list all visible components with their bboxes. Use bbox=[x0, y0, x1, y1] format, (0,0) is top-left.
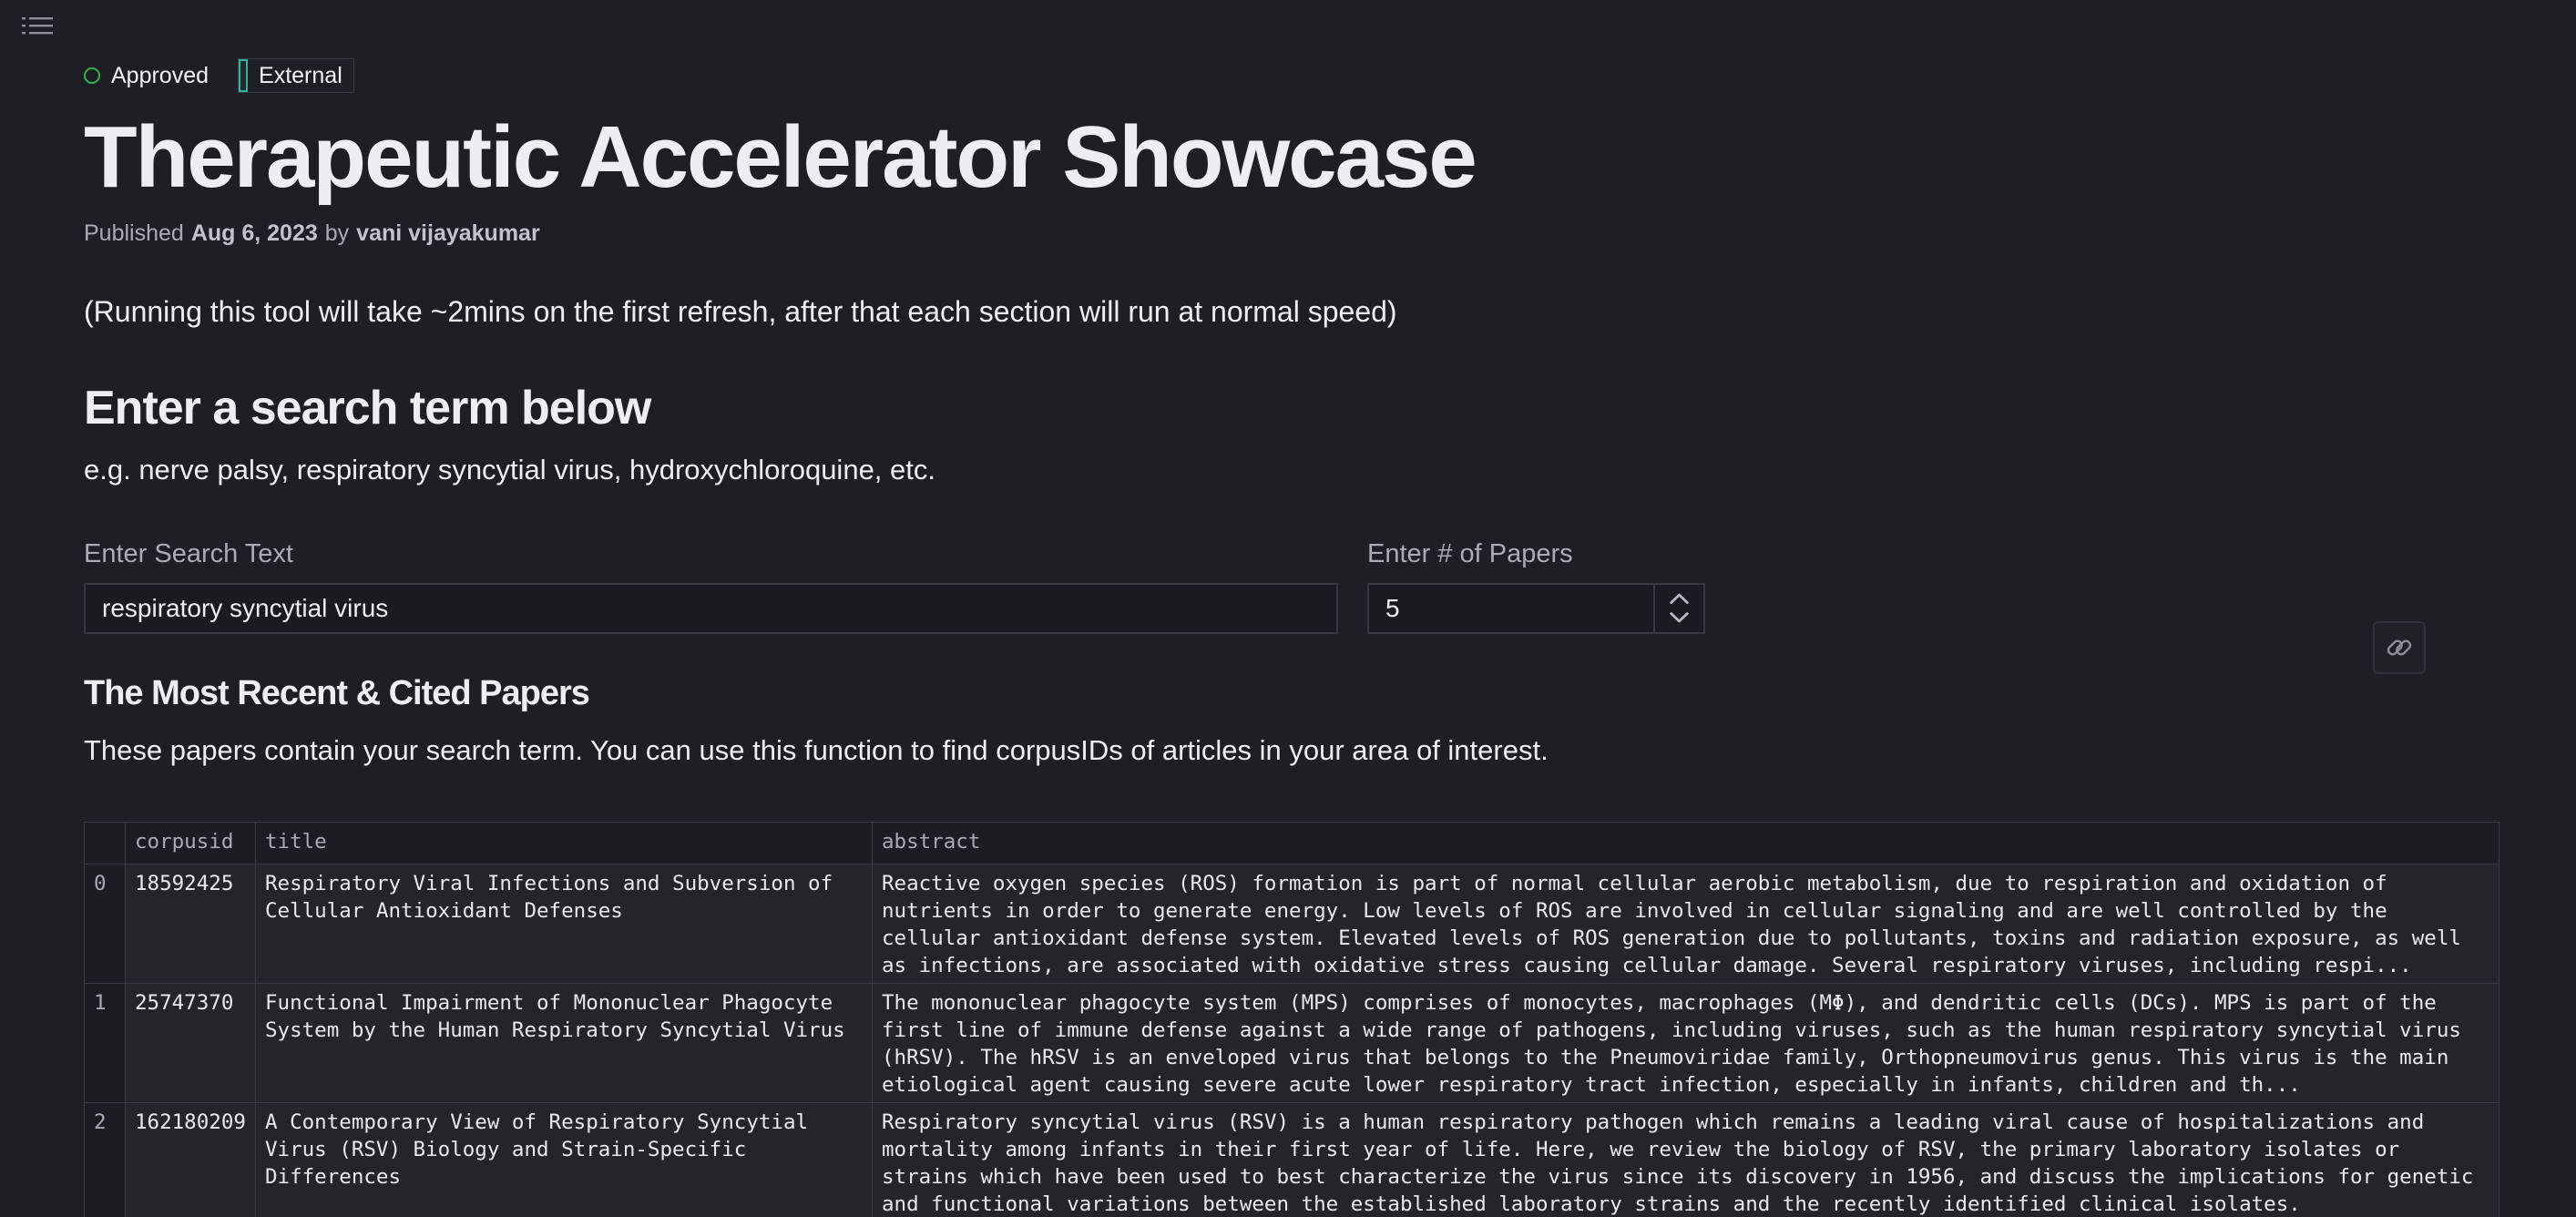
abstract-cell[interactable]: The mononuclear phagocyte system (MPS) c… bbox=[872, 983, 2499, 1103]
table-of-contents-icon[interactable] bbox=[22, 15, 55, 40]
published-date: Aug 6, 2023 bbox=[190, 220, 318, 246]
external-label: External bbox=[259, 62, 342, 88]
row-index: 0 bbox=[84, 864, 126, 984]
corpusid-cell[interactable]: 25747370 bbox=[125, 983, 256, 1103]
row-index: 1 bbox=[84, 983, 126, 1103]
status-badges: Approved External bbox=[84, 58, 354, 93]
num-papers-stepper[interactable] bbox=[1653, 583, 1705, 634]
external-badge: External bbox=[238, 58, 354, 93]
abstract-cell[interactable]: Respiratory syncytial virus (RSV) is a h… bbox=[872, 1102, 2499, 1217]
chevron-down-icon[interactable] bbox=[1670, 612, 1689, 623]
column-header-corpusid[interactable]: corpusid bbox=[125, 822, 256, 864]
title-cell[interactable]: A Contemporary View of Respiratory Syncy… bbox=[255, 1102, 873, 1217]
row-index: 2 bbox=[84, 1102, 126, 1217]
copy-link-button[interactable] bbox=[2373, 621, 2426, 674]
column-header-title[interactable]: title bbox=[255, 822, 873, 864]
corpusid-cell[interactable]: 18592425 bbox=[125, 864, 256, 984]
published-label: Published bbox=[84, 220, 184, 246]
title-cell[interactable]: Respiratory Viral Infections and Subvers… bbox=[255, 864, 873, 984]
search-text-label: Enter Search Text bbox=[84, 539, 293, 568]
search-input[interactable] bbox=[84, 583, 1338, 634]
column-header-index[interactable] bbox=[84, 822, 126, 864]
title-cell[interactable]: Functional Impairment of Mononuclear Pha… bbox=[255, 983, 873, 1103]
byline: Published Aug 6, 2023 by vani vijayakumar bbox=[84, 220, 547, 247]
by-label: by bbox=[324, 220, 350, 246]
approved-badge: Approved bbox=[84, 58, 209, 93]
papers-table[interactable]: corpusid title abstract 0 18592425 Respi… bbox=[84, 822, 2499, 1217]
abstract-cell[interactable]: Reactive oxygen species (ROS) formation … bbox=[872, 864, 2499, 984]
approved-label: Approved bbox=[111, 62, 210, 88]
runtime-note: (Running this tool will take ~2mins on t… bbox=[84, 295, 1397, 328]
column-header-abstract[interactable]: abstract bbox=[872, 822, 2499, 864]
author-name: vani vijayakumar bbox=[356, 220, 540, 246]
search-heading: Enter a search term below bbox=[84, 382, 651, 435]
num-papers-input[interactable] bbox=[1367, 583, 1653, 634]
approved-status-dot bbox=[84, 67, 100, 84]
chevron-up-icon[interactable] bbox=[1670, 593, 1689, 604]
table-header-row: corpusid title abstract bbox=[84, 822, 2499, 864]
table-row[interactable]: 2 162180209 A Contemporary View of Respi… bbox=[84, 1102, 2499, 1217]
results-description: These papers contain your search term. Y… bbox=[84, 734, 1549, 766]
link-icon bbox=[2387, 639, 2412, 656]
results-heading: The Most Recent & Cited Papers bbox=[84, 674, 590, 712]
table-row[interactable]: 0 18592425 Respiratory Viral Infections … bbox=[84, 864, 2499, 984]
page-title: Therapeutic Accelerator Showcase bbox=[84, 108, 1477, 206]
table-row[interactable]: 1 25747370 Functional Impairment of Mono… bbox=[84, 983, 2499, 1103]
external-badge-bar bbox=[239, 59, 249, 92]
page: Approved External Therapeutic Accelerato… bbox=[0, 0, 2576, 1217]
corpusid-cell[interactable]: 162180209 bbox=[125, 1102, 256, 1217]
num-papers-label: Enter # of Papers bbox=[1367, 539, 1573, 568]
search-examples: e.g. nerve palsy, respiratory syncytial … bbox=[84, 454, 935, 486]
